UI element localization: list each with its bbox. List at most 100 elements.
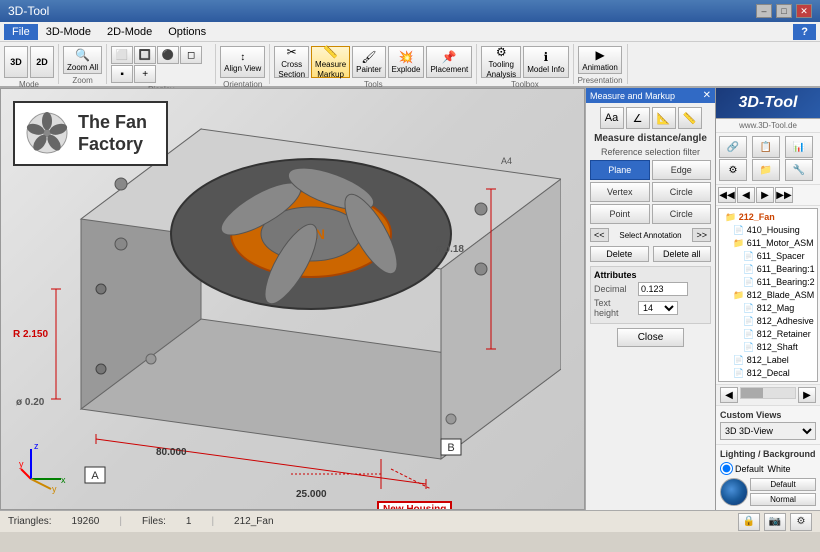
display-btn-5[interactable]: ▪	[111, 65, 133, 83]
tree-item-bearing2[interactable]: 📄 611_Bearing:2	[721, 276, 815, 289]
model-tree[interactable]: 📁 212_Fan 📄 410_Housing 📁 611_Motor_ASM …	[718, 208, 818, 382]
tree-item-decal[interactable]: 📄 812_Decal	[721, 367, 815, 380]
delete-btn[interactable]: Delete	[590, 246, 649, 262]
filter-label: Reference selection filter	[590, 147, 711, 157]
filter-row-2: Vertex Circle	[590, 182, 711, 202]
model-info-btn[interactable]: ℹ Model Info	[523, 46, 568, 78]
angle-icon-btn[interactable]: ∠	[626, 107, 650, 129]
measure-markup-btn[interactable]: 📏 Measure Markup	[311, 46, 350, 78]
tree-nav-first[interactable]: ◀◀	[718, 187, 736, 203]
decimal-row: Decimal	[594, 282, 707, 296]
filter-point-btn[interactable]: Point	[590, 204, 650, 224]
fan-icon	[25, 111, 70, 156]
tree-item-shaft[interactable]: 📄 812_Shaft	[721, 341, 815, 354]
lighting-buttons: Default Normal	[720, 478, 816, 506]
status-icon-3[interactable]: ⚙	[790, 513, 812, 531]
tree-item-motor-asm[interactable]: 📁 611_Motor_ASM	[721, 237, 815, 250]
select-annotation-prev[interactable]: <<	[590, 228, 609, 242]
close-panel-btn[interactable]: Close	[617, 328, 685, 347]
viewport[interactable]: FAN	[0, 88, 585, 510]
minimize-button[interactable]: –	[756, 4, 772, 18]
tree-item-housing[interactable]: 📄 410_Housing	[721, 224, 815, 237]
filter-row-3: Point Circle	[590, 204, 711, 224]
new-housing-annotation: New Housing	[377, 501, 452, 510]
placement-btn[interactable]: 📌 Placement	[426, 46, 472, 78]
normal-light-btn[interactable]: Normal	[750, 493, 816, 506]
tree-item-mag[interactable]: 📄 812_Mag	[721, 302, 815, 315]
explode-btn[interactable]: 💥 Explode	[388, 46, 425, 78]
filter-row-1: Plane Edge	[590, 160, 711, 180]
menu-3dmode[interactable]: 3D-Mode	[38, 24, 99, 40]
default-light-btn[interactable]: Default	[750, 478, 816, 491]
scroll-thumb[interactable]	[741, 388, 763, 398]
triangles-value: 19260	[72, 516, 100, 527]
filter-plane-btn[interactable]: Plane	[590, 160, 650, 180]
tree-item-label[interactable]: 📄 812_Label	[721, 354, 815, 367]
tooling-analysis-btn[interactable]: ⚙ Tooling Analysis	[481, 46, 521, 78]
display-btn-6[interactable]: +	[134, 65, 156, 83]
dim-018: ø 0.18	[436, 244, 464, 255]
tree-item-fan[interactable]: 📁 212_Fan	[721, 211, 815, 224]
tool-icon-4[interactable]: ⚙	[719, 159, 747, 181]
filter-vertex-btn[interactable]: Vertex	[590, 182, 650, 202]
tree-item-adhesive[interactable]: 📄 812_Adhesive	[721, 315, 815, 328]
tree-nav-last[interactable]: ▶▶	[775, 187, 793, 203]
tree-item-case-draft[interactable]: 📄 Case Draft	[721, 380, 815, 382]
help-button[interactable]: ?	[793, 24, 816, 40]
display-btn-2[interactable]: 🔲	[134, 46, 156, 64]
earth-button[interactable]	[720, 478, 748, 506]
status-icon-2[interactable]: 📷	[764, 513, 786, 531]
ruler-icon-btn[interactable]: 📏	[678, 107, 702, 129]
tool-icon-3[interactable]: 📊	[785, 136, 813, 158]
display-btn-4[interactable]: ◻	[180, 46, 202, 64]
tool-icon-1[interactable]: 🔗	[719, 136, 747, 158]
delete-all-btn[interactable]: Delete all	[653, 246, 712, 262]
triangles-label: Triangles:	[8, 516, 52, 527]
menu-options[interactable]: Options	[160, 24, 214, 40]
toolbar-3d-btn[interactable]: 3D	[4, 46, 28, 78]
scroll-right[interactable]: ▶	[798, 387, 816, 403]
panel-title: Measure and Markup	[590, 91, 675, 101]
model-name: 212_Fan	[234, 516, 273, 527]
default-radio[interactable]	[720, 462, 733, 475]
toolbar-zoom-all-btn[interactable]: 🔍 Zoom All	[63, 46, 102, 74]
toolbar-2d-btn[interactable]: 2D	[30, 46, 54, 78]
display-btn-3[interactable]: ⚫	[157, 46, 179, 64]
tool-icon-2[interactable]: 📋	[752, 136, 780, 158]
tree-item-spacer[interactable]: 📄 611_Spacer	[721, 250, 815, 263]
view-select[interactable]: 3D 3D-View	[720, 422, 816, 440]
panel-close-icon[interactable]: ✕	[703, 90, 711, 101]
tool-icon-6[interactable]: 🔧	[785, 159, 813, 181]
maximize-button[interactable]: □	[776, 4, 792, 18]
menu-2dmode[interactable]: 2D-Mode	[99, 24, 160, 40]
tool-icon-5[interactable]: 📁	[752, 159, 780, 181]
tree-nav-prev[interactable]: ◀	[737, 187, 755, 203]
painter-btn[interactable]: 🖌 Painter	[352, 46, 385, 78]
tree-item-retainer[interactable]: 📄 812_Retainer	[721, 328, 815, 341]
display-btn-1[interactable]: ⬜	[111, 46, 133, 64]
white-label: White	[768, 464, 791, 474]
text-height-select[interactable]: 14 12 16	[638, 301, 678, 315]
lighting-label: Lighting / Background	[720, 449, 816, 459]
decimal-input[interactable]	[638, 282, 688, 296]
filter-circle2-btn[interactable]: Circle	[652, 204, 712, 224]
scroll-left[interactable]: ◀	[720, 387, 738, 403]
tree-item-bearing1[interactable]: 📄 611_Bearing:1	[721, 263, 815, 276]
lighting-options: Default White	[720, 462, 816, 475]
tree-item-blade-asm[interactable]: 📁 812_Blade_ASM	[721, 289, 815, 302]
tree-navigation: ◀◀ ◀ ▶ ▶▶	[716, 185, 820, 206]
close-button[interactable]: ✕	[796, 4, 812, 18]
select-annotation-next[interactable]: >>	[692, 228, 711, 242]
delete-row: Delete Delete all	[590, 246, 711, 262]
filter-edge-btn[interactable]: Edge	[652, 160, 712, 180]
status-icon-1[interactable]: 🔒	[738, 513, 760, 531]
text-icon-btn[interactable]: Aa	[600, 107, 624, 129]
cross-section-btn[interactable]: ✂ Cross Section	[274, 46, 309, 78]
animation-btn[interactable]: ▶ Animation	[578, 46, 622, 74]
default-radio-option: Default	[720, 462, 764, 475]
tree-nav-next[interactable]: ▶	[756, 187, 774, 203]
filter-circle-btn[interactable]: Circle	[652, 182, 712, 202]
align-view-btn[interactable]: ↕ Align View	[220, 46, 265, 78]
measure-icon-btn[interactable]: 📐	[652, 107, 676, 129]
menu-file[interactable]: File	[4, 24, 38, 40]
